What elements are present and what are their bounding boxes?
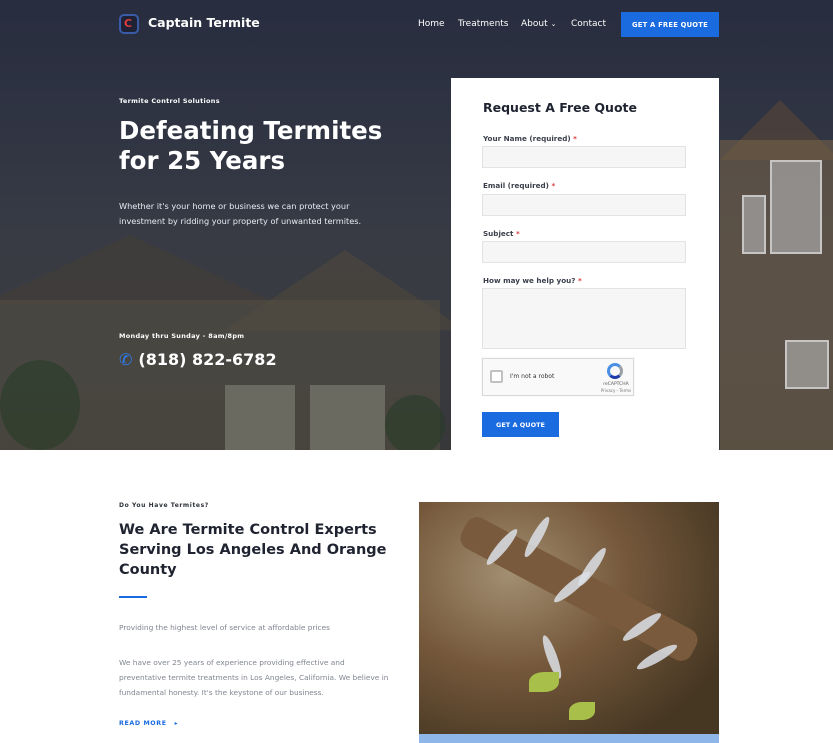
section-eyebrow: Do You Have Termites? (119, 502, 209, 509)
nav-contact[interactable]: Contact (571, 19, 606, 29)
garage-door (310, 385, 385, 450)
required-mark: * (577, 276, 582, 285)
read-more-link[interactable]: READ MORE ▸ (119, 720, 178, 727)
window (785, 340, 829, 389)
message-label: How may we help you? * (483, 276, 582, 285)
form-title: Request A Free Quote (483, 100, 637, 115)
phone-icon: ✆ (119, 350, 133, 369)
get-free-quote-button[interactable]: GET A FREE QUOTE (621, 12, 719, 37)
subject-label-text: Subject (483, 229, 514, 238)
garage-door (225, 385, 295, 450)
quote-form: Request A Free Quote Your Name (required… (451, 78, 719, 450)
recaptcha-logo-icon (607, 363, 623, 379)
phone-link[interactable]: ✆ (818) 822-6782 (119, 350, 277, 369)
hero-description: Whether it's your home or business we ca… (119, 201, 362, 226)
leaf (529, 672, 559, 692)
section-tagline: Providing the highest level of service a… (119, 623, 331, 632)
subject-field[interactable] (482, 241, 686, 263)
chevron-right-icon: ▸ (174, 720, 179, 727)
name-label: Your Name (required) * (483, 134, 577, 143)
top-navigation: C Captain Termite Home Treatments About ⌄… (0, 0, 833, 50)
required-mark: * (551, 181, 556, 190)
nav-about[interactable]: About ⌄ (521, 19, 556, 29)
photo-bottom-strip (419, 734, 719, 743)
business-hours: Monday thru Sunday - 8am/8pm (119, 332, 245, 340)
required-mark: * (516, 229, 520, 238)
read-more-label: READ MORE (119, 720, 167, 727)
required-mark: * (573, 134, 577, 143)
recaptcha-widget: I'm not a robot reCAPTCHA Privacy - Term… (482, 358, 634, 396)
phone-number: (818) 822-6782 (138, 350, 277, 369)
nav-treatments[interactable]: Treatments (458, 19, 508, 29)
window (770, 160, 822, 254)
section-divider (119, 596, 147, 598)
tree (0, 360, 80, 450)
email-label: Email (required) * (483, 181, 555, 190)
section-description: We have over 25 years of experience prov… (119, 658, 389, 697)
nav-home[interactable]: Home (418, 19, 445, 29)
hero-eyebrow: Termite Control Solutions (119, 97, 220, 105)
name-field[interactable] (482, 146, 686, 168)
nav-about-label: About (521, 19, 548, 29)
captain-termite-logo-icon[interactable]: C (119, 14, 139, 34)
recaptcha-brand: reCAPTCHA (603, 382, 629, 387)
wood-log (456, 512, 702, 666)
recaptcha-label: I'm not a robot (510, 373, 555, 380)
message-textarea[interactable] (482, 288, 686, 349)
subject-label: Subject * (483, 229, 520, 238)
leaf (569, 702, 595, 720)
recaptcha-terms-link[interactable]: Privacy - Terms (598, 388, 634, 393)
window (742, 195, 766, 254)
section-title: We Are Termite Control Experts Serving L… (119, 522, 387, 578)
email-label-text: Email (required) (483, 181, 549, 190)
termite-photo (419, 502, 719, 743)
brand-name[interactable]: Captain Termite (148, 15, 260, 30)
tree (385, 395, 445, 450)
email-field[interactable] (482, 194, 686, 216)
recaptcha-checkbox[interactable] (490, 370, 503, 383)
message-label-text: How may we help you? (483, 276, 576, 285)
chevron-down-icon: ⌄ (550, 20, 557, 28)
get-a-quote-button[interactable]: GET A QUOTE (482, 412, 559, 437)
name-label-text: Your Name (required) (483, 134, 571, 143)
hero-title: Defeating Termites for 25 Years (119, 116, 383, 175)
